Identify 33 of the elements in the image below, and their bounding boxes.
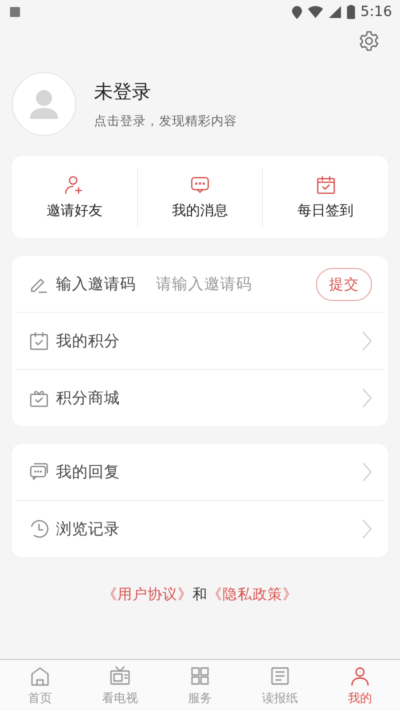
invite-code-label: 输入邀请码 bbox=[56, 274, 136, 294]
calendar-check-icon bbox=[28, 330, 50, 352]
user-name[interactable]: 未登录 bbox=[94, 78, 237, 104]
chat-bubbles-icon bbox=[28, 461, 50, 483]
history-clock-icon bbox=[28, 518, 50, 540]
chat-icon bbox=[189, 174, 211, 196]
clock-time: 5:16 bbox=[360, 4, 392, 20]
chevron-right-icon bbox=[362, 388, 372, 408]
signal-icon bbox=[328, 6, 341, 18]
menu-item[interactable]: 积分商城 bbox=[16, 369, 384, 426]
login-hint: 点击登录，发现精彩内容 bbox=[94, 112, 237, 130]
quick-action[interactable]: 我的消息 bbox=[172, 202, 228, 220]
wifi-icon bbox=[308, 6, 323, 18]
menu-item[interactable]: 浏览记录 bbox=[16, 500, 384, 557]
chevron-right-icon bbox=[362, 519, 372, 539]
location-icon bbox=[292, 6, 302, 18]
menu-item[interactable]: 我的积分 bbox=[16, 312, 384, 369]
chevron-right-icon bbox=[362, 331, 372, 351]
tab[interactable]: 我的 bbox=[320, 660, 400, 711]
invite-code-field[interactable]: 请输入邀请码 bbox=[154, 274, 316, 294]
conjunction-text: 和 bbox=[192, 586, 208, 604]
menu-item[interactable]: 我的回复 bbox=[16, 444, 384, 500]
chevron-right-icon bbox=[362, 462, 372, 482]
battery-icon bbox=[346, 5, 355, 19]
quick-action[interactable]: 邀请好友 bbox=[46, 202, 102, 220]
quick-action[interactable]: 每日签到 bbox=[298, 202, 354, 220]
calendar-check-icon bbox=[314, 174, 337, 196]
privacy-policy-link[interactable]: 《隐私政策》 bbox=[208, 585, 298, 604]
settings-icon[interactable] bbox=[358, 30, 380, 52]
submit-button[interactable]: 提交 bbox=[316, 268, 372, 300]
notification-icon bbox=[10, 7, 20, 17]
user-agreement-link[interactable]: 《用户协议》 bbox=[102, 585, 192, 604]
user-silhouette-icon bbox=[30, 89, 58, 119]
